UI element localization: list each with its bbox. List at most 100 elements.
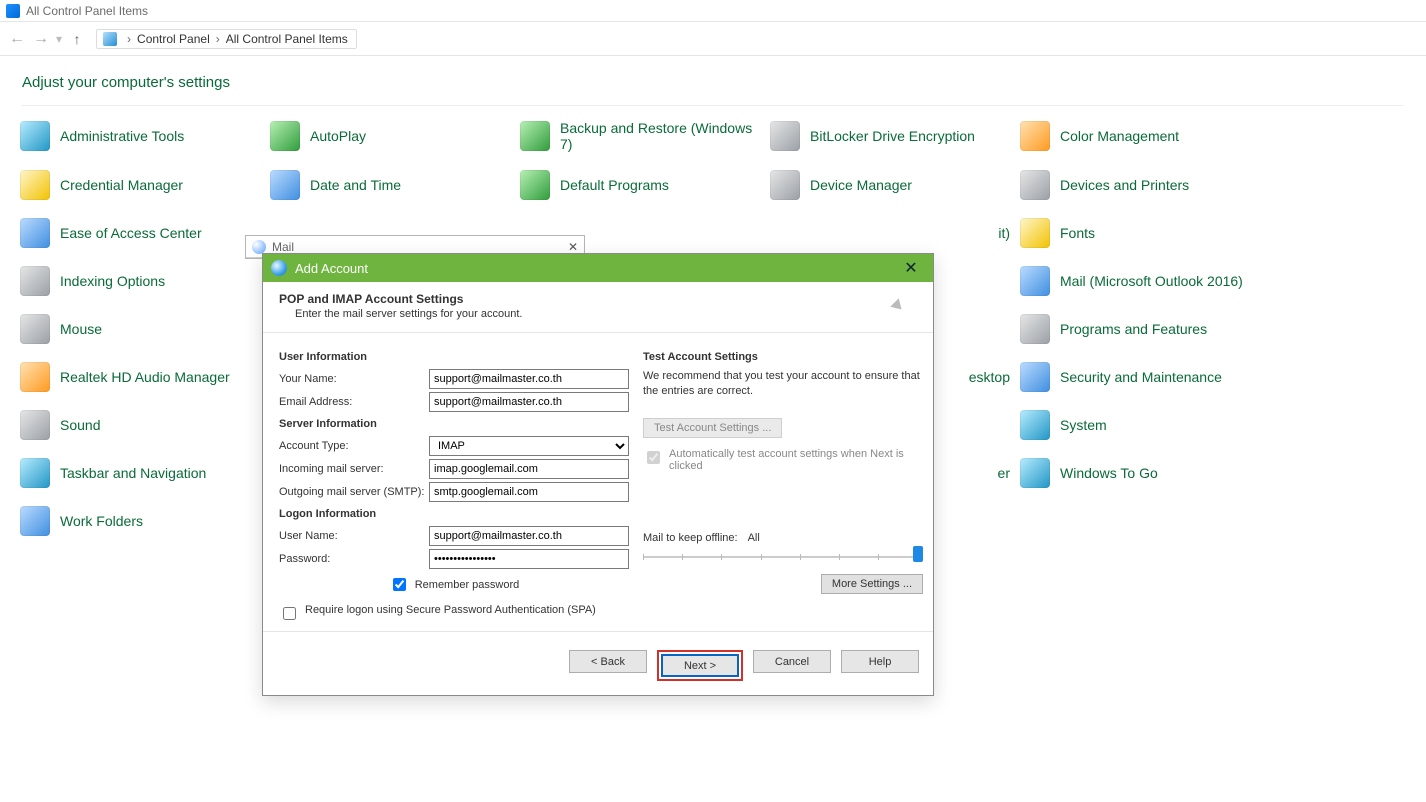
item-icon [20, 170, 50, 200]
item-label: Sound [60, 417, 100, 433]
control-panel-item[interactable]: Mail (Microsoft Outlook 2016) [1020, 266, 1260, 296]
item-icon [1020, 314, 1050, 344]
control-panel-item[interactable]: Device Manager [770, 170, 1010, 200]
spa-checkbox[interactable] [283, 607, 296, 620]
control-panel-item[interactable]: Taskbar and Navigation [20, 458, 260, 488]
breadcrumb-current[interactable]: All Control Panel Items [226, 32, 348, 46]
outgoing-server-input[interactable] [429, 482, 629, 502]
item-label: Ease of Access Center [60, 225, 202, 241]
close-icon[interactable]: ✕ [568, 240, 578, 254]
back-button[interactable]: < Back [569, 650, 647, 673]
dialog-titlebar: Add Account ✕ [263, 254, 933, 282]
control-panel-item[interactable]: System [1020, 410, 1260, 440]
control-panel-item[interactable]: Mouse [20, 314, 260, 344]
window-titlebar: All Control Panel Items [0, 0, 1426, 22]
mail-offline-label: Mail to keep offline: [643, 532, 738, 544]
mail-icon [252, 240, 266, 254]
breadcrumb-root[interactable]: Control Panel [137, 32, 210, 46]
control-panel-item[interactable]: Devices and Printers [1020, 170, 1260, 200]
test-settings-button[interactable]: Test Account Settings ... [643, 418, 782, 438]
item-label: Mouse [60, 321, 102, 337]
help-button[interactable]: Help [841, 650, 919, 673]
control-panel-item[interactable]: Administrative Tools [20, 120, 260, 152]
forward-arrow-icon[interactable]: → [32, 30, 50, 48]
slider-thumb[interactable] [913, 546, 923, 562]
wizard-cursor-icon [885, 292, 913, 320]
control-panel-item[interactable]: Fonts [1020, 218, 1260, 248]
password-input[interactable] [429, 549, 629, 569]
item-label: Work Folders [60, 513, 143, 529]
left-form-column: User Information Your Name: Email Addres… [279, 345, 629, 623]
item-icon [1020, 266, 1050, 296]
your-name-input[interactable] [429, 369, 629, 389]
item-icon [270, 170, 300, 200]
control-panel-item[interactable]: Programs and Features [1020, 314, 1260, 344]
dialog-title: Add Account [295, 261, 368, 276]
control-panel-item[interactable]: Realtek HD Audio Manager [20, 362, 260, 392]
control-panel-item[interactable]: Sound [20, 410, 260, 440]
item-label: BitLocker Drive Encryption [810, 128, 975, 144]
window-title: All Control Panel Items [26, 4, 148, 18]
test-settings-desc: We recommend that you test your account … [643, 369, 923, 400]
item-label: Default Programs [560, 177, 669, 193]
item-icon [270, 121, 300, 151]
item-label: Indexing Options [60, 273, 165, 289]
item-label: it) [998, 225, 1010, 241]
control-panel-item[interactable]: Default Programs [520, 170, 760, 200]
remember-password-checkbox[interactable] [393, 578, 406, 591]
item-label: Credential Manager [60, 177, 183, 193]
item-icon [520, 121, 550, 151]
item-icon [20, 506, 50, 536]
control-panel-item[interactable]: Color Management [1020, 120, 1260, 152]
item-icon [770, 121, 800, 151]
item-icon [20, 362, 50, 392]
label-account-type: Account Type: [279, 440, 429, 452]
item-label: Windows To Go [1060, 465, 1158, 481]
section-user-info: User Information [279, 351, 629, 363]
next-button[interactable]: Next > [661, 654, 739, 677]
username-input[interactable] [429, 526, 629, 546]
close-icon[interactable]: ✕ [897, 258, 925, 278]
email-input[interactable] [429, 392, 629, 412]
right-test-column: Test Account Settings We recommend that … [643, 345, 923, 623]
item-icon [20, 121, 50, 151]
up-arrow-icon[interactable]: ↑ [68, 31, 86, 47]
auto-test-checkbox[interactable] [647, 451, 660, 464]
item-icon [1020, 121, 1050, 151]
item-icon [1020, 218, 1050, 248]
dialog-footer: < Back Next > Cancel Help [263, 631, 933, 695]
item-icon [1020, 410, 1050, 440]
mail-offline-slider[interactable] [643, 548, 923, 566]
label-email: Email Address: [279, 396, 429, 408]
cancel-button[interactable]: Cancel [753, 650, 831, 673]
incoming-server-input[interactable] [429, 459, 629, 479]
control-panel-item[interactable]: Windows To Go [1020, 458, 1260, 488]
back-arrow-icon[interactable]: ← [8, 30, 26, 48]
more-settings-button[interactable]: More Settings ... [821, 574, 923, 594]
control-panel-item[interactable]: Date and Time [270, 170, 510, 200]
item-label: Backup and Restore (Windows 7) [560, 120, 760, 152]
label-your-name: Your Name: [279, 373, 429, 385]
page-title: Adjust your computer's settings [0, 56, 1426, 101]
item-label: Taskbar and Navigation [60, 465, 206, 481]
breadcrumb[interactable]: › Control Panel › All Control Panel Item… [96, 29, 357, 49]
control-panel-item[interactable]: Security and Maintenance [1020, 362, 1260, 392]
control-panel-item[interactable]: Work Folders [20, 506, 260, 536]
control-panel-item[interactable]: Ease of Access Center [20, 218, 260, 248]
label-password: Password: [279, 553, 429, 565]
control-panel-item[interactable]: Backup and Restore (Windows 7) [520, 120, 760, 152]
label-username: User Name: [279, 530, 429, 542]
chevron-right-icon: › [216, 32, 220, 46]
control-panel-item[interactable]: Indexing Options [20, 266, 260, 296]
account-type-select[interactable]: IMAP [429, 436, 629, 456]
item-icon [20, 410, 50, 440]
control-panel-item[interactable]: BitLocker Drive Encryption [770, 120, 1010, 152]
item-label: AutoPlay [310, 128, 366, 144]
next-button-highlight: Next > [657, 650, 743, 681]
navbar: ← → ▾ ↑ › Control Panel › All Control Pa… [0, 22, 1426, 56]
control-panel-item[interactable]: it) [770, 218, 1010, 248]
control-panel-item[interactable]: Credential Manager [20, 170, 260, 200]
remember-password-label: Remember password [415, 579, 520, 591]
breadcrumb-home-icon [103, 32, 117, 46]
control-panel-item[interactable]: AutoPlay [270, 120, 510, 152]
